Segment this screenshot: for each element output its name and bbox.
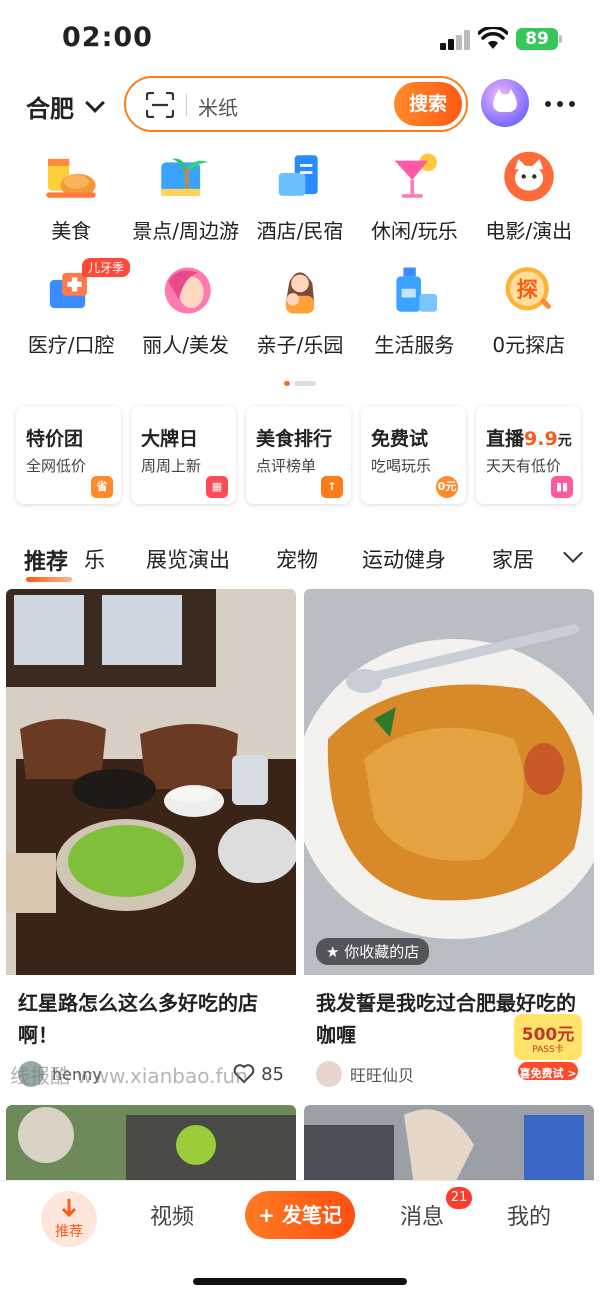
bottom-nav: 推荐 视频 + 发笔记 消息 21 我的 (0, 1180, 600, 1298)
cocktail-icon (394, 153, 438, 198)
category-parent-child[interactable]: 亲子/乐园 (243, 264, 357, 358)
battery-icon: 89 (516, 28, 558, 50)
category-beauty[interactable]: 丽人/美发 (128, 264, 242, 358)
category-explore[interactable]: 探 0元探店 (472, 264, 586, 358)
chevron-down-icon[interactable] (563, 543, 583, 563)
nav-me[interactable]: 我的 (507, 1199, 551, 1231)
promo-card-deals[interactable]: 特价团 全网低价 省 (16, 406, 121, 504)
category-movie[interactable]: 电影/演出 (472, 150, 586, 244)
scenic-icon (160, 158, 209, 196)
nav-home[interactable]: 推荐 (41, 1191, 97, 1247)
wifi-icon (478, 27, 508, 49)
tab-home[interactable]: 家居 (492, 544, 534, 574)
category-grid: 美食 景点/周边游 酒店/民宿 休闲/玩乐 电影/演出 儿牙季 医疗/口腔 丽人… (14, 150, 586, 358)
page-indicator (284, 381, 316, 386)
tab-fitness[interactable]: 运动健身 (362, 544, 446, 574)
status-bar: 02:00 89 (0, 0, 600, 80)
home-indicator (193, 1278, 407, 1285)
scan-icon[interactable] (146, 92, 174, 118)
card-image (6, 589, 296, 975)
promo-card-brand-day[interactable]: 大牌日 周周上新 ▦ (131, 406, 236, 504)
movie-cat-icon (504, 151, 554, 202)
search-bar[interactable]: 米纸 搜索 (124, 76, 468, 132)
feed-card[interactable]: ★ 你收藏的店 我发誓是我吃过合肥最好吃的咖喱 旺旺仙贝 (304, 589, 594, 1087)
watermark: 线报酷 www.xianbao.fun (10, 1064, 248, 1088)
author-name: 旺旺仙贝 (350, 1066, 415, 1085)
status-time: 02:00 (62, 22, 153, 53)
city-label: 合肥 (26, 95, 74, 123)
search-input[interactable]: 米纸 (198, 92, 238, 121)
promo-badge: 儿牙季 (82, 258, 131, 277)
beauty-icon (164, 267, 211, 314)
arrow-down-icon (62, 1199, 76, 1218)
feed-card-peek[interactable] (304, 1105, 594, 1185)
promo-row: 特价团 全网低价 省 大牌日 周周上新 ▦ 美食排行 点评榜单 ↑ 免费试 吃喝… (16, 406, 584, 504)
coupon-float[interactable]: 500元 PASS卡 喜免费试 > (510, 1010, 586, 1082)
explore-icon: 探 (505, 267, 551, 311)
favorite-tag: ★ 你收藏的店 (316, 938, 430, 965)
category-medical[interactable]: 儿牙季 医疗/口腔 (14, 258, 131, 358)
parent-child-icon (285, 272, 315, 314)
city-selector[interactable]: 合肥 (26, 89, 105, 124)
save-icon: 省 (91, 476, 113, 498)
assistant-avatar[interactable] (481, 79, 529, 127)
promo-card-ranking[interactable]: 美食排行 点评榜单 ↑ (246, 406, 351, 504)
category-food[interactable]: 美食 (14, 150, 128, 244)
feed-card-peek[interactable] (6, 1105, 296, 1185)
feed-card[interactable]: 红星路怎么这么多好吃的店啊！ henny 85 (6, 589, 296, 1087)
nav-messages[interactable]: 消息 (400, 1199, 444, 1231)
card-image: ★ 你收藏的店 (304, 589, 594, 975)
feed-tabs: 推荐 乐 展览演出 宠物 运动健身 家居 (0, 540, 600, 582)
svg-text:探: 探 (516, 277, 538, 302)
post-note-button[interactable]: + 发笔记 (245, 1191, 355, 1239)
zero-yuan-icon: 0元 (436, 476, 458, 498)
avatar (316, 1061, 342, 1087)
category-scenic[interactable]: 景点/周边游 (128, 150, 242, 244)
food-icon (46, 158, 96, 198)
promo-card-live[interactable]: 直播9.9元 天天有低价 ▮▮ (476, 406, 581, 504)
messages-badge: 21 (446, 1187, 472, 1209)
card-title: 红星路怎么这么多好吃的店啊！ (18, 991, 258, 1047)
chevron-down-icon (85, 92, 105, 113)
hotel-icon (278, 155, 318, 196)
signal-icon (440, 30, 470, 50)
tab-fun[interactable]: 乐 (84, 544, 105, 574)
promo-card-free-trial[interactable]: 免费试 吃喝玩乐 0元 (361, 406, 466, 504)
top-header: 合肥 米纸 搜索 (0, 76, 600, 134)
tab-pets[interactable]: 宠物 (276, 544, 318, 574)
calendar-icon: ▦ (206, 476, 228, 498)
search-button[interactable]: 搜索 (394, 82, 462, 126)
category-leisure[interactable]: 休闲/玩乐 (357, 150, 471, 244)
nav-video[interactable]: 视频 (150, 1199, 194, 1231)
category-life-service[interactable]: 生活服务 (357, 264, 471, 358)
tab-exhibitions[interactable]: 展览演出 (146, 544, 230, 574)
more-icon[interactable] (545, 101, 575, 107)
rank-up-icon: ↑ (321, 476, 343, 498)
tab-recommend[interactable]: 推荐 (24, 544, 73, 582)
chart-icon: ▮▮ (551, 476, 573, 498)
category-hotel[interactable]: 酒店/民宿 (243, 150, 357, 244)
life-service-icon (396, 267, 438, 312)
